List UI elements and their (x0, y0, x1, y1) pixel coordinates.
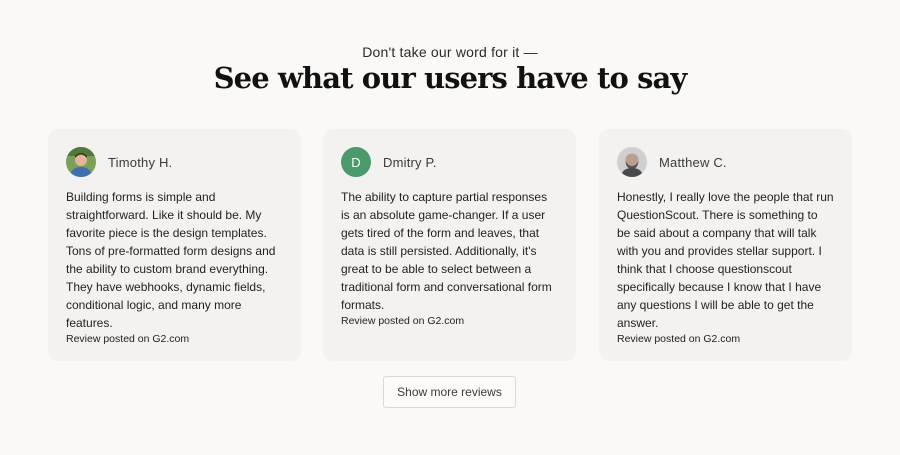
avatar-initial: D (341, 147, 371, 177)
reviewer-name: Timothy H. (108, 154, 173, 170)
review-card: Timothy H. Building forms is simple and … (48, 129, 301, 361)
review-text: Honestly, I really love the people that … (617, 190, 834, 330)
reviewer-name: Matthew C. (659, 154, 727, 170)
review-card: D Dmitry P. The ability to capture parti… (323, 129, 576, 361)
reviewer-header: Timothy H. (66, 147, 283, 177)
avatar (617, 147, 647, 177)
reviewer-header: Matthew C. (617, 147, 834, 177)
review-source: Review posted on G2.com (341, 315, 465, 327)
review-text: The ability to capture partial responses… (341, 190, 552, 312)
reviewer-name: Dmitry P. (383, 154, 437, 170)
review-card: Matthew C. Honestly, I really love the p… (599, 129, 852, 361)
review-text: Building forms is simple and straightfor… (66, 190, 276, 330)
avatar (66, 147, 96, 177)
review-source: Review posted on G2.com (66, 333, 190, 345)
show-more-reviews-button[interactable]: Show more reviews (383, 376, 516, 408)
reviews-grid: Timothy H. Building forms is simple and … (48, 129, 853, 361)
review-source: Review posted on G2.com (617, 333, 741, 345)
reviewer-header: D Dmitry P. (341, 147, 558, 177)
section-title: See what our users have to say (213, 61, 688, 95)
